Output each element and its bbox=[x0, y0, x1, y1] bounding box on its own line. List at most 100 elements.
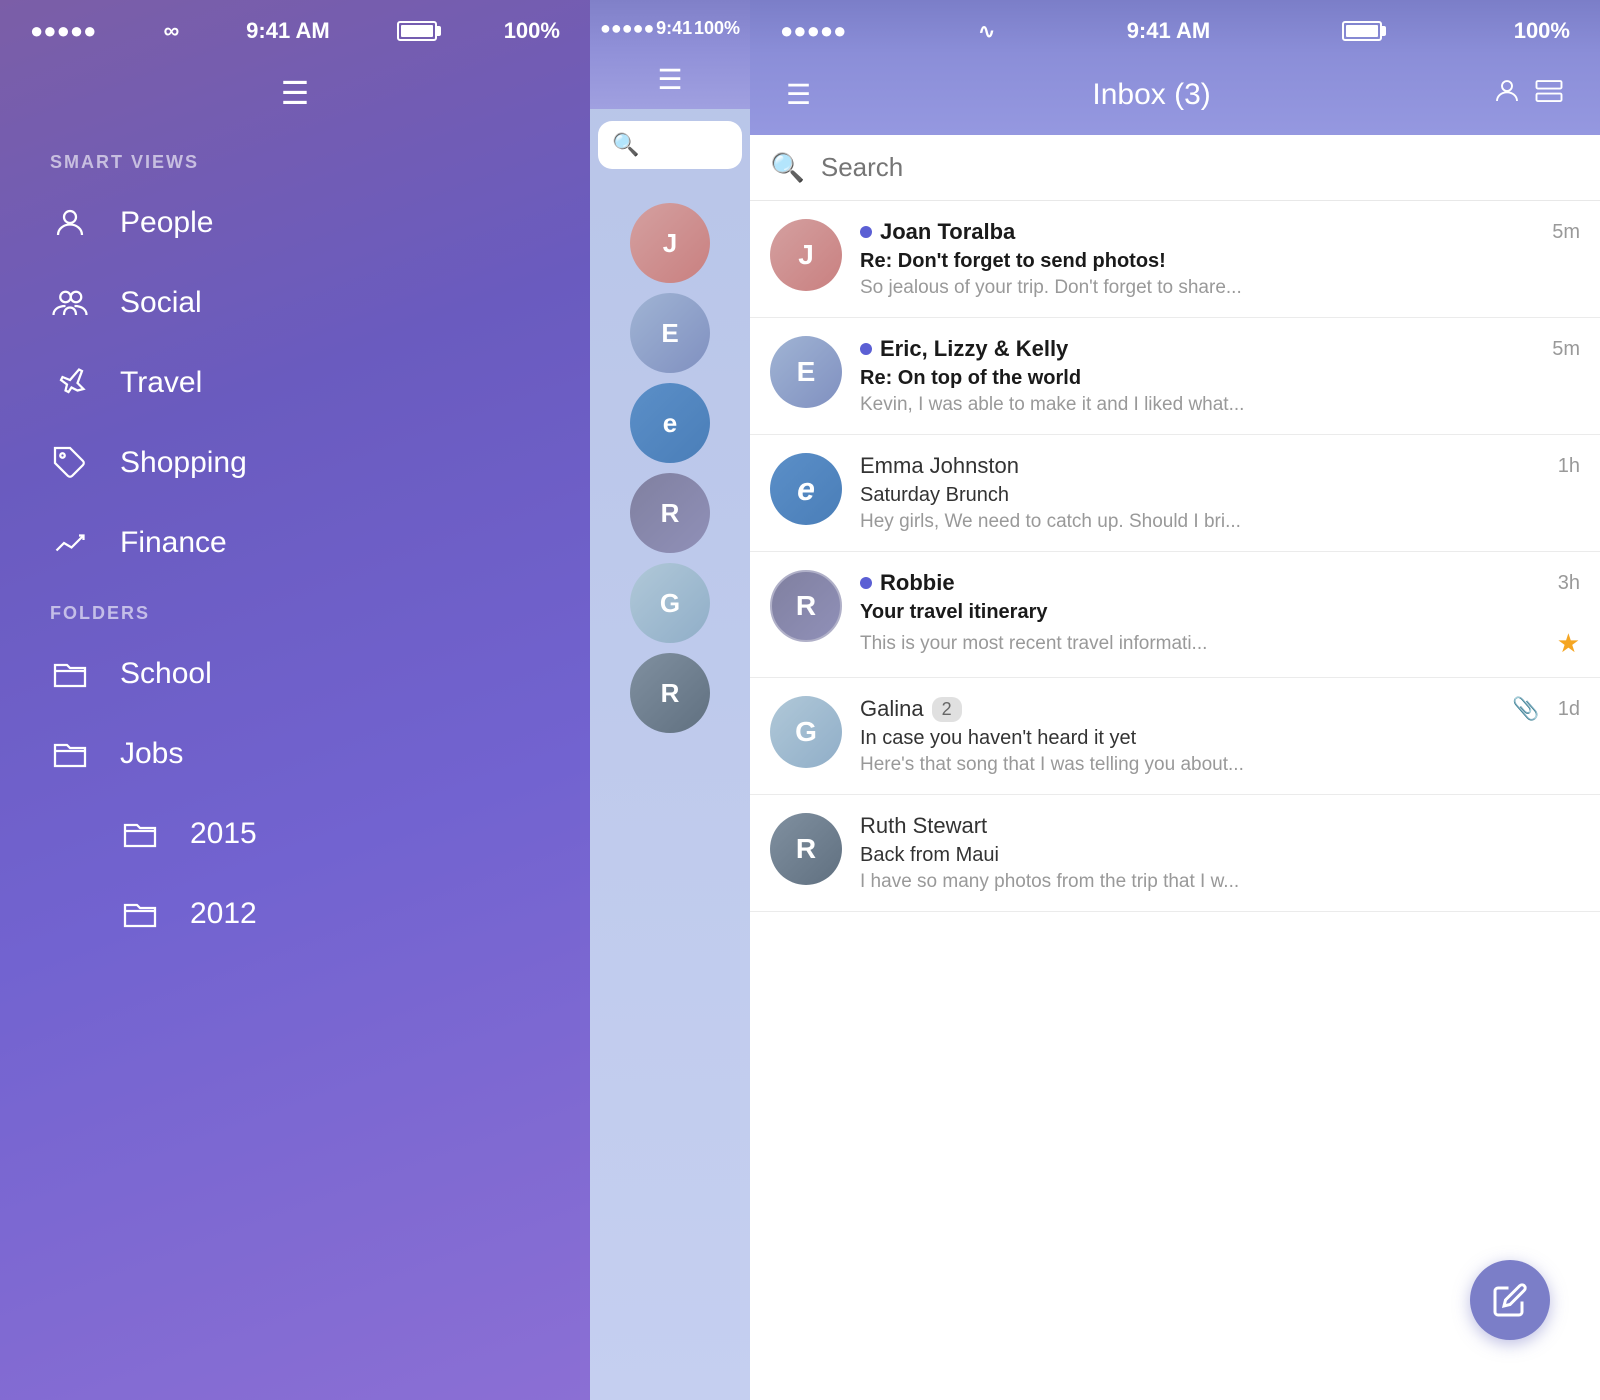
badge-count-galina: 2 bbox=[932, 697, 962, 722]
subject-emma: Saturday Brunch bbox=[860, 484, 1580, 507]
people-label: People bbox=[120, 206, 213, 240]
menu-button[interactable]: ☰ bbox=[780, 72, 817, 117]
robbie-preview-row: This is your most recent travel informat… bbox=[860, 628, 1580, 659]
preview-ruth: I have so many photos from the trip that… bbox=[860, 871, 1580, 893]
sidebar-item-2015[interactable]: 2015 bbox=[0, 794, 590, 874]
sender-row-robbie: Robbie bbox=[860, 570, 955, 596]
search-magnifier-icon: 🔍 bbox=[770, 151, 805, 184]
mid-email-list: J E e R G R bbox=[590, 181, 750, 755]
mid-search-icon: 🔍 bbox=[612, 132, 639, 158]
travel-label: Travel bbox=[120, 366, 202, 400]
email-content-eric: Eric, Lizzy & Kelly 5m Re: On top of the… bbox=[860, 336, 1580, 416]
sender-robbie: Robbie bbox=[880, 570, 955, 596]
card-view-button[interactable] bbox=[1528, 70, 1570, 119]
middle-status-bar: ●●●●● 9:41 100% bbox=[590, 0, 750, 49]
sender-emma: Emma Johnston bbox=[860, 453, 1019, 479]
battery-icon bbox=[397, 21, 437, 41]
social-label: Social bbox=[120, 286, 202, 320]
preview-emma: Hey girls, We need to catch up. Should I… bbox=[860, 511, 1580, 533]
sender-row-eric: Eric, Lizzy & Kelly bbox=[860, 336, 1068, 362]
mid-avatar-5: G bbox=[630, 563, 710, 643]
email-item-emma[interactable]: e Emma Johnston 1h Saturday Brunch Hey g… bbox=[750, 435, 1600, 552]
email-top-galina: Galina 2 📎 1d bbox=[860, 696, 1580, 722]
inbox-nav-bar: ☰ Inbox (3) bbox=[750, 54, 1600, 135]
right-signal: ●●●●● bbox=[780, 18, 846, 44]
left-status-bar: ●●●●● ∞ 9:41 AM 100% bbox=[0, 0, 590, 54]
preview-robbie: This is your most recent travel informat… bbox=[860, 633, 1207, 655]
email-content-emma: Emma Johnston 1h Saturday Brunch Hey gir… bbox=[860, 453, 1580, 533]
mid-search-bar[interactable]: 🔍 bbox=[598, 121, 742, 169]
preview-eric: Kevin, I was able to make it and I liked… bbox=[860, 394, 1580, 416]
mid-hamburger[interactable]: ☰ bbox=[657, 63, 682, 96]
sender-row-joan: Joan Toralba bbox=[860, 219, 1015, 245]
right-battery-fill bbox=[1346, 25, 1378, 37]
email-item-ruth[interactable]: R Ruth Stewart Back from Maui I have so … bbox=[750, 795, 1600, 912]
folder-2015-label: 2015 bbox=[190, 817, 257, 851]
mid-avatar-2: E bbox=[630, 293, 710, 373]
search-bar-container: 🔍 bbox=[750, 135, 1600, 201]
hamburger-button[interactable]: ☰ bbox=[261, 64, 330, 122]
phone-left: ●●●●● ∞ 9:41 AM 100% ☰ SMART VIEWS Peopl… bbox=[0, 0, 590, 1400]
mid-avatar-4: R bbox=[630, 473, 710, 553]
folder-2012-label: 2012 bbox=[190, 897, 257, 931]
right-status-bar: ●●●●● ∿ 9:41 AM 100% bbox=[750, 0, 1600, 54]
sidebar-item-school[interactable]: School bbox=[0, 634, 590, 714]
sidebar-item-shopping[interactable]: Shopping bbox=[0, 423, 590, 503]
search-input[interactable] bbox=[821, 152, 1580, 183]
folder-school-icon bbox=[50, 654, 90, 694]
sidebar-item-travel[interactable]: Travel bbox=[0, 343, 590, 423]
email-top-joan: Joan Toralba 5m bbox=[860, 219, 1580, 245]
email-content-robbie: Robbie 3h Your travel itinerary This is … bbox=[860, 570, 1580, 659]
phone-middle: ●●●●● 9:41 100% ☰ 🔍 J E e R G R bbox=[590, 0, 750, 1400]
folder-2015-icon bbox=[120, 814, 160, 854]
sidebar-item-finance[interactable]: Finance bbox=[0, 503, 590, 583]
school-label: School bbox=[120, 657, 212, 691]
mid-time: 9:41 bbox=[656, 18, 692, 39]
jobs-label: Jobs bbox=[120, 737, 183, 771]
email-content-ruth: Ruth Stewart Back from Maui I have so ma… bbox=[860, 813, 1580, 893]
sidebar-item-jobs[interactable]: Jobs bbox=[0, 714, 590, 794]
mid-battery: 100% bbox=[694, 18, 740, 39]
sidebar-item-social[interactable]: Social bbox=[0, 263, 590, 343]
sender-eric: Eric, Lizzy & Kelly bbox=[880, 336, 1068, 362]
battery-fill bbox=[401, 25, 433, 37]
folder-2012-icon bbox=[120, 894, 160, 934]
email-top-ruth: Ruth Stewart bbox=[860, 813, 1580, 839]
sender-ruth: Ruth Stewart bbox=[860, 813, 987, 839]
profile-button[interactable] bbox=[1486, 70, 1528, 119]
smart-views-label: SMART VIEWS bbox=[0, 132, 590, 183]
time-emma: 1h bbox=[1558, 455, 1580, 478]
unread-dot-robbie bbox=[860, 577, 872, 589]
signal-strength: ●●●●● bbox=[30, 18, 96, 44]
email-item-eric[interactable]: E Eric, Lizzy & Kelly 5m Re: On top of t… bbox=[750, 318, 1600, 435]
right-wifi: ∿ bbox=[978, 19, 995, 44]
mid-avatar-1: J bbox=[630, 203, 710, 283]
mid-avatar-3: e bbox=[630, 383, 710, 463]
subject-eric: Re: On top of the world bbox=[860, 367, 1580, 390]
shopping-label: Shopping bbox=[120, 446, 247, 480]
mid-avatar-6: R bbox=[630, 653, 710, 733]
time-galina: 1d bbox=[1558, 698, 1580, 721]
email-item-robbie[interactable]: R Robbie 3h Your travel itinerary This i… bbox=[750, 552, 1600, 678]
compose-button[interactable] bbox=[1470, 1260, 1550, 1340]
preview-joan: So jealous of your trip. Don't forget to… bbox=[860, 277, 1580, 299]
folder-jobs-icon bbox=[50, 734, 90, 774]
avatar-joan: J bbox=[770, 219, 842, 291]
right-time: 9:41 AM bbox=[1127, 18, 1211, 44]
sidebar-item-people[interactable]: People bbox=[0, 183, 590, 263]
sender-row-emma: Emma Johnston bbox=[860, 453, 1019, 479]
email-list: J Joan Toralba 5m Re: Don't forget to se… bbox=[750, 201, 1600, 1400]
preview-galina: Here's that song that I was telling you … bbox=[860, 754, 1580, 776]
email-item-joan[interactable]: J Joan Toralba 5m Re: Don't forget to se… bbox=[750, 201, 1600, 318]
avatar-robbie: R bbox=[770, 570, 842, 642]
sidebar-item-2012[interactable]: 2012 bbox=[0, 874, 590, 954]
compose-icon bbox=[1492, 1282, 1528, 1318]
battery-pct: 100% bbox=[504, 18, 560, 44]
tag-icon bbox=[50, 443, 90, 483]
email-item-galina[interactable]: G Galina 2 📎 1d In case you haven't hear… bbox=[750, 678, 1600, 795]
right-battery-icon bbox=[1342, 21, 1382, 41]
email-content-joan: Joan Toralba 5m Re: Don't forget to send… bbox=[860, 219, 1580, 299]
avatar-ruth: R bbox=[770, 813, 842, 885]
unread-dot-joan bbox=[860, 226, 872, 238]
folders-label: FOLDERS bbox=[0, 583, 590, 634]
